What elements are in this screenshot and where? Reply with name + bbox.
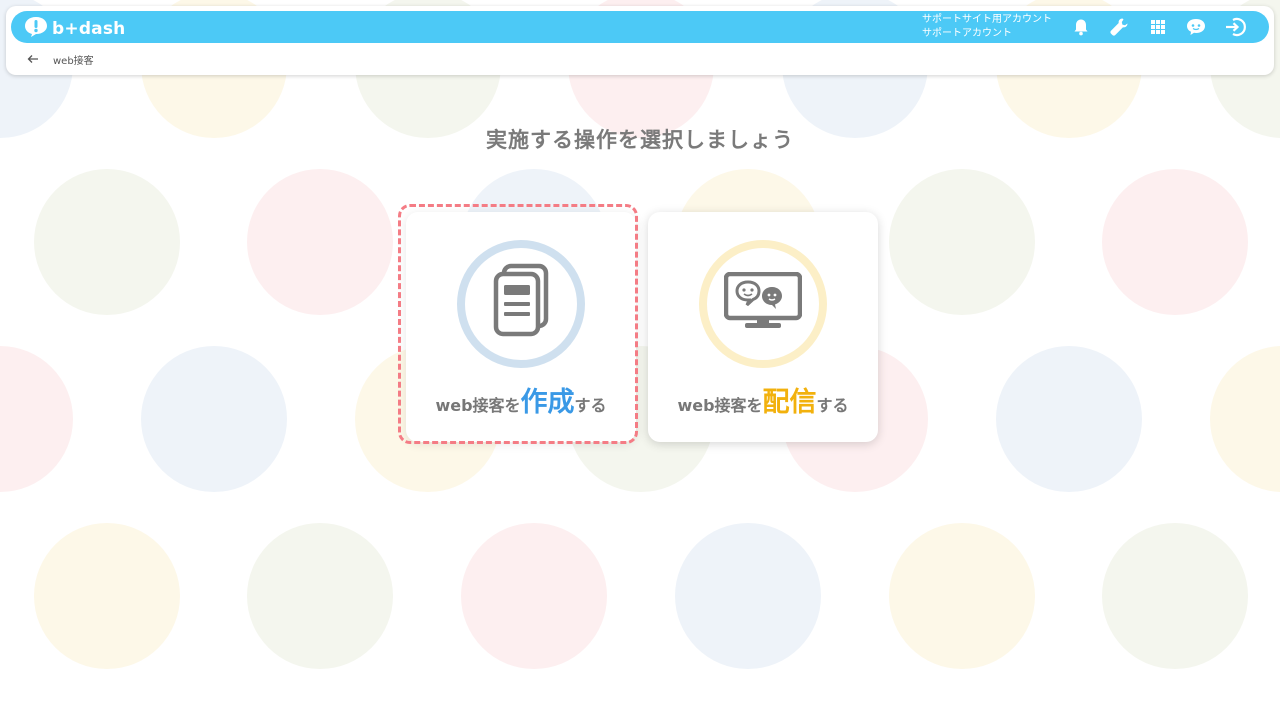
card-label: web接客を配信する	[648, 380, 878, 419]
icon-ring	[457, 240, 585, 368]
card-label: web接客を作成する	[406, 380, 636, 419]
user-chat-icon[interactable]	[1185, 17, 1207, 37]
card-label-suffix: する	[816, 396, 849, 415]
card-label-prefix: web接客を	[677, 396, 763, 415]
deliver-web-engagement-card[interactable]: web接客を配信する	[648, 212, 878, 442]
logo-icon	[24, 16, 48, 42]
background-dot	[247, 169, 393, 315]
arrow-left-icon[interactable]	[25, 51, 41, 67]
header: b+dash サポートサイト用アカウント サポートアカウント web接客	[6, 6, 1274, 75]
background-dot	[996, 346, 1142, 492]
background-pattern	[0, 0, 1280, 720]
breadcrumb-label: web接客	[53, 55, 94, 67]
background-dot	[675, 523, 821, 669]
logo[interactable]: b+dash	[24, 16, 125, 42]
account-info[interactable]: サポートサイト用アカウント サポートアカウント	[922, 13, 1052, 41]
background-dot	[461, 523, 607, 669]
background-dot	[1210, 346, 1280, 492]
background-dot	[889, 523, 1035, 669]
page-title: 実施する操作を選択しましょう	[486, 128, 794, 152]
icon-ring	[699, 240, 827, 368]
background-dot	[889, 169, 1035, 315]
background-dot	[1102, 523, 1248, 669]
background-dot	[0, 346, 73, 492]
account-name: サポートサイト用アカウント	[922, 14, 1052, 25]
logo-text: b+dash	[52, 19, 126, 39]
background-dot	[141, 346, 287, 492]
background-dot	[247, 523, 393, 669]
top-bar: b+dash サポートサイト用アカウント サポートアカウント	[11, 11, 1269, 43]
card-label-prefix: web接客を	[435, 396, 521, 415]
card-label-emphasis: 作成	[520, 387, 575, 418]
breadcrumb: web接客	[25, 51, 94, 67]
bell-icon[interactable]	[1070, 17, 1092, 37]
account-role: サポートアカウント	[922, 28, 1012, 39]
wrench-icon[interactable]	[1108, 17, 1130, 37]
document-icon	[489, 263, 553, 345]
background-dot	[34, 169, 180, 315]
background-dot	[1102, 169, 1248, 315]
logout-icon[interactable]	[1224, 17, 1246, 37]
monitor-chat-icon	[723, 271, 803, 336]
create-web-engagement-card[interactable]: web接客を作成する	[398, 204, 638, 444]
grid-icon[interactable]	[1147, 17, 1169, 37]
card-label-suffix: する	[574, 396, 607, 415]
card-label-emphasis: 配信	[762, 387, 817, 418]
background-dot	[34, 523, 180, 669]
